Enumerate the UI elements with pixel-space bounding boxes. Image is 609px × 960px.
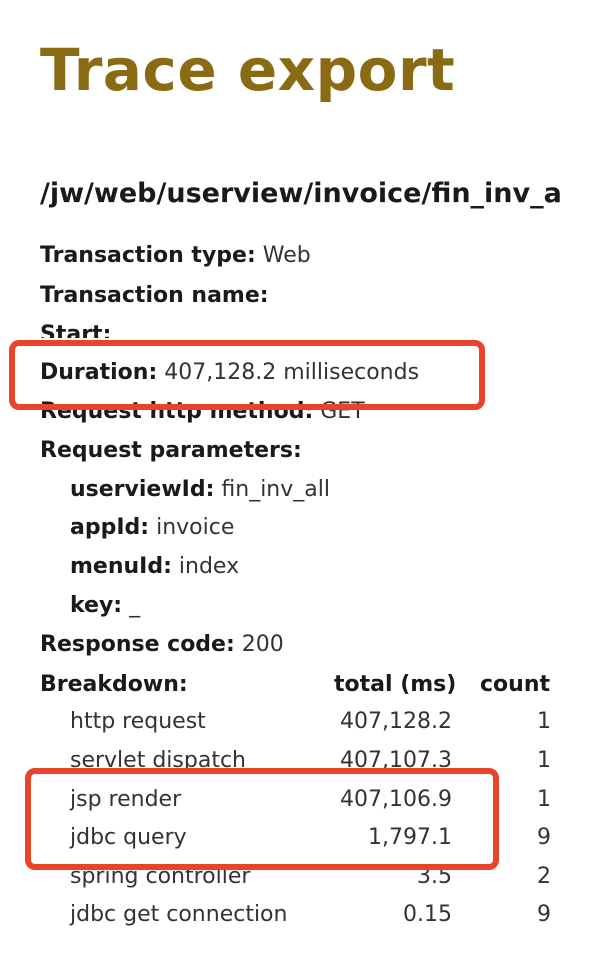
param-userviewid-row: userviewId: fin_inv_all bbox=[70, 471, 609, 509]
breakdown-name: http request bbox=[70, 709, 206, 734]
redacted-transaction-name bbox=[285, 286, 609, 310]
param-key-row: key: _ bbox=[70, 587, 609, 625]
breakdown-name: jdbc get connection bbox=[70, 902, 288, 927]
transaction-name-label: Transaction name: bbox=[40, 283, 269, 308]
breakdown-label: Breakdown: bbox=[40, 672, 188, 697]
breakdown-count: 2 bbox=[537, 864, 551, 889]
response-code-label: Response code: bbox=[40, 632, 235, 657]
trace-path-heading: /jw/web/userview/invoice/fin_inv_a bbox=[40, 178, 562, 209]
breakdown-col-total: total (ms) bbox=[334, 672, 457, 697]
param-userviewid-value: fin_inv_all bbox=[221, 477, 330, 502]
response-code-value: 200 bbox=[241, 632, 284, 657]
duration-highlight-box bbox=[9, 340, 485, 410]
breakdown-col-count: count bbox=[480, 672, 550, 697]
param-appid-value: invoice bbox=[156, 515, 235, 540]
transaction-type-value: Web bbox=[262, 243, 311, 268]
breakdown-count: 9 bbox=[537, 902, 551, 927]
page-title: Trace export bbox=[40, 36, 456, 104]
breakdown-count: 1 bbox=[537, 709, 551, 734]
param-key-label: key: bbox=[70, 593, 123, 618]
param-appid-row: appId: invoice bbox=[70, 509, 609, 547]
transaction-type-label: Transaction type: bbox=[40, 243, 256, 268]
breakdown-total: 0.15 bbox=[403, 902, 452, 927]
request-parameters-label: Request parameters: bbox=[40, 438, 302, 463]
breakdown-count: 1 bbox=[537, 787, 551, 812]
param-menuid-value: index bbox=[178, 554, 240, 579]
transaction-type-row: Transaction type: Web bbox=[40, 237, 609, 275]
response-code-row: Response code: 200 bbox=[40, 626, 609, 664]
breakdown-count: 1 bbox=[537, 748, 551, 773]
breakdown-total: 407,128.2 bbox=[340, 709, 452, 734]
param-userviewid-label: userviewId: bbox=[70, 477, 215, 502]
param-menuid-row: menuId: index bbox=[70, 548, 609, 586]
param-key-value: _ bbox=[129, 593, 141, 618]
param-menuid-label: menuId: bbox=[70, 554, 172, 579]
breakdown-row: http request 407,128.2 1 bbox=[0, 703, 609, 741]
request-parameters-row: Request parameters: bbox=[40, 432, 609, 470]
breakdown-count: 9 bbox=[537, 825, 551, 850]
breakdown-highlight-box bbox=[25, 768, 499, 870]
breakdown-row: jdbc get connection 0.15 9 bbox=[0, 896, 609, 934]
param-appid-label: appId: bbox=[70, 515, 150, 540]
